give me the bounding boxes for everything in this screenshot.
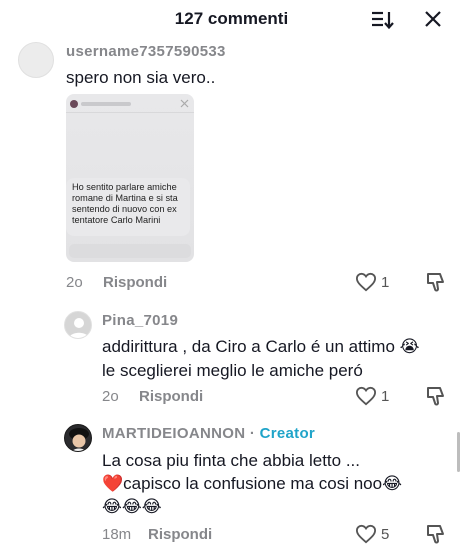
heart-icon[interactable]	[355, 524, 377, 544]
avatar[interactable]	[64, 311, 92, 339]
dislike-icon[interactable]	[426, 385, 446, 407]
comment-time: 2o	[102, 388, 119, 405]
comment-time: 18m	[102, 526, 132, 543]
story-reply-bar	[69, 244, 191, 258]
comment-text: spero non sia vero..	[66, 68, 216, 87]
comment-time: 2o	[66, 274, 83, 291]
avatar[interactable]	[18, 42, 54, 78]
default-avatar-icon	[69, 318, 89, 338]
comment-username[interactable]: Pina_7019	[102, 312, 178, 329]
story-username-placeholder	[81, 102, 131, 106]
comment-text-line: addirittura , da Ciro a Carlo é un attim…	[102, 337, 420, 356]
dislike-icon[interactable]	[426, 271, 446, 293]
comment-username[interactable]: MARTIDEIOANNON	[102, 425, 245, 442]
scrollbar[interactable]	[457, 432, 460, 472]
separator-dot: ·	[249, 425, 256, 442]
reply-button[interactable]: Rispondi	[139, 388, 203, 405]
comment-text-line: ❤️capisco la confusione ma cosi noo😂	[102, 474, 402, 493]
like-count: 5	[381, 526, 390, 543]
story-divider	[66, 112, 194, 113]
attachment-message-bubble: Ho sentito parlare amiche romane di Mart…	[66, 178, 190, 236]
comment-username[interactable]: username7357590533	[66, 43, 226, 60]
comment-text-line: le sceglierei meglio le amiche peró	[102, 361, 363, 380]
creator-username-row: MARTIDEIOANNON · Creator	[102, 425, 315, 442]
heart-icon[interactable]	[355, 386, 377, 406]
reply-button[interactable]: Rispondi	[103, 274, 167, 291]
creator-avatar-icon	[69, 428, 89, 451]
heart-icon[interactable]	[355, 272, 377, 292]
avatar[interactable]	[64, 424, 92, 452]
comment-text-line: La cosa piu finta che abbia letto ...	[102, 451, 361, 470]
sort-icon[interactable]	[370, 9, 394, 31]
creator-badge: Creator	[259, 425, 316, 442]
story-avatar	[70, 100, 78, 108]
like-count: 1	[381, 274, 390, 291]
comment-text-line: 😂😂😂	[102, 497, 162, 516]
reply-button[interactable]: Rispondi	[148, 526, 212, 543]
like-count: 1	[381, 388, 390, 405]
close-icon[interactable]	[424, 10, 442, 28]
dislike-icon[interactable]	[426, 523, 446, 545]
story-close-icon	[180, 99, 189, 108]
